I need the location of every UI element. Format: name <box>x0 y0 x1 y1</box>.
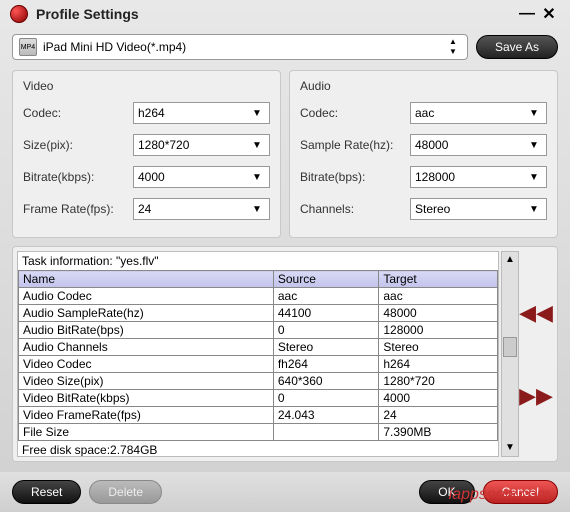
chevron-down-icon[interactable]: ▼ <box>445 47 461 57</box>
col-name: Name <box>19 271 274 288</box>
col-source: Source <box>273 271 379 288</box>
table-row: Video Codecfh264h264 <box>19 356 498 373</box>
audio-codec-label: Codec: <box>300 106 410 120</box>
video-panel: Video Codec:h264▼ Size(pix):1280*720▼ Bi… <box>12 70 281 238</box>
chevron-down-icon: ▼ <box>249 140 265 151</box>
chevron-down-icon: ▼ <box>249 172 265 183</box>
audio-bitrate-select[interactable]: 128000▼ <box>410 166 547 188</box>
chevron-down-icon: ▼ <box>526 140 542 151</box>
profile-label: iPad Mini HD Video(*.mp4) <box>43 40 445 54</box>
audio-panel: Audio Codec:aac▼ Sample Rate(hz):48000▼ … <box>289 70 558 238</box>
format-icon: MP4 <box>19 38 37 56</box>
video-bitrate-label: Bitrate(kbps): <box>23 170 133 184</box>
reset-button[interactable]: Reset <box>12 480 81 504</box>
table-row: Audio Codecaacaac <box>19 288 498 305</box>
audio-bitrate-label: Bitrate(bps): <box>300 170 410 184</box>
app-icon <box>10 5 28 23</box>
cancel-button[interactable]: Cancel <box>483 480 558 504</box>
table-row: Audio BitRate(bps)0128000 <box>19 322 498 339</box>
video-framerate-select[interactable]: 24▼ <box>133 198 270 220</box>
chevron-down-icon: ▼ <box>249 108 265 119</box>
next-button[interactable]: ▶▶ <box>519 383 553 409</box>
save-as-button[interactable]: Save As <box>476 35 558 59</box>
task-table: Name Source Target Audio CodecaacaacAudi… <box>18 270 498 441</box>
video-codec-label: Codec: <box>23 106 133 120</box>
free-disk-label: Free disk space:2.784GB <box>18 441 498 457</box>
window-title: Profile Settings <box>36 6 516 22</box>
chevron-down-icon: ▼ <box>526 108 542 119</box>
delete-button[interactable]: Delete <box>89 480 162 504</box>
scroll-track[interactable] <box>502 268 518 440</box>
ok-button[interactable]: OK <box>419 480 474 504</box>
table-row: Video Size(pix)640*3601280*720 <box>19 373 498 390</box>
audio-channels-label: Channels: <box>300 202 410 216</box>
chevron-down-icon: ▼ <box>526 172 542 183</box>
profile-select[interactable]: MP4 iPad Mini HD Video(*.mp4) ▲ ▼ <box>12 34 468 60</box>
scroll-thumb[interactable] <box>503 337 517 357</box>
audio-channels-select[interactable]: Stereo▼ <box>410 198 547 220</box>
video-size-label: Size(pix): <box>23 138 133 152</box>
table-row: File Size7.390MB <box>19 424 498 441</box>
video-heading: Video <box>23 79 270 93</box>
scroll-down-icon[interactable]: ▼ <box>505 440 515 456</box>
table-row: Video FrameRate(fps)24.04324 <box>19 407 498 424</box>
video-size-select[interactable]: 1280*720▼ <box>133 134 270 156</box>
video-framerate-label: Frame Rate(fps): <box>23 202 133 216</box>
chevron-up-icon[interactable]: ▲ <box>445 37 461 47</box>
chevron-down-icon: ▼ <box>526 204 542 215</box>
footer: Reset Delete OK Cancel <box>0 472 570 512</box>
scroll-up-icon[interactable]: ▲ <box>505 252 515 268</box>
audio-codec-select[interactable]: aac▼ <box>410 102 547 124</box>
audio-samplerate-label: Sample Rate(hz): <box>300 138 410 152</box>
audio-heading: Audio <box>300 79 547 93</box>
profile-spinner[interactable]: ▲ ▼ <box>445 37 461 57</box>
task-info-panel: Task information: "yes.flv" Name Source … <box>12 246 558 462</box>
close-button[interactable]: ✕ <box>538 4 560 24</box>
title-bar: Profile Settings — ✕ <box>0 0 570 28</box>
col-target: Target <box>379 271 498 288</box>
chevron-down-icon: ▼ <box>249 204 265 215</box>
prev-button[interactable]: ◀◀ <box>519 300 553 326</box>
video-bitrate-select[interactable]: 4000▼ <box>133 166 270 188</box>
scrollbar[interactable]: ▲ ▼ <box>501 251 519 457</box>
minimize-button[interactable]: — <box>516 5 538 23</box>
task-title: Task information: "yes.flv" <box>18 252 498 270</box>
table-row: Audio ChannelsStereoStereo <box>19 339 498 356</box>
audio-samplerate-select[interactable]: 48000▼ <box>410 134 547 156</box>
table-row: Audio SampleRate(hz)4410048000 <box>19 305 498 322</box>
video-codec-select[interactable]: h264▼ <box>133 102 270 124</box>
table-row: Video BitRate(kbps)04000 <box>19 390 498 407</box>
